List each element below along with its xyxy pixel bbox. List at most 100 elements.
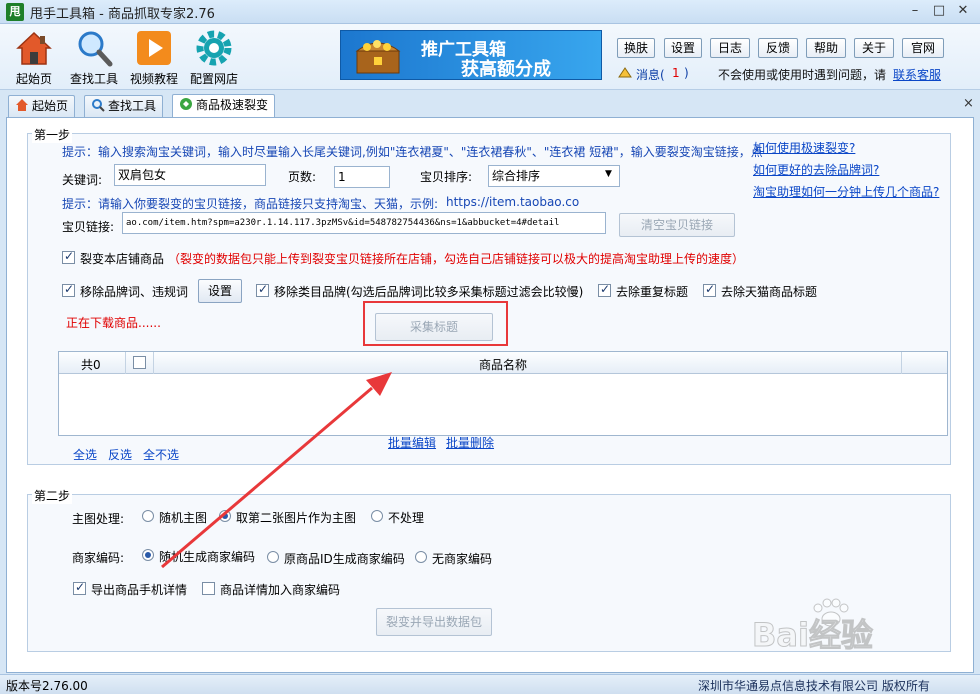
feedback-button[interactable]: 反馈 [758,38,798,58]
remove-tmall-checkbox[interactable] [703,282,716,297]
toolbar-find-tools-label: 查找工具 [69,72,118,86]
watermark-url: jingyan.baidu.com [784,652,895,666]
add-merchant-code-checkbox[interactable] [202,582,215,595]
toolbar-home[interactable]: 起始页 [10,28,58,87]
grid-select-all-checkbox[interactable] [133,356,146,369]
help-link-how-to-use[interactable]: 如何使用极速裂变? [753,139,855,156]
batch-edit-link[interactable]: 批量编辑 [388,434,436,451]
invert-selection-link[interactable]: 反选 [108,446,132,463]
chevron-down-icon: ▼ [605,169,612,179]
main-image-label: 主图处理: [72,512,125,526]
grid-divider [153,352,154,374]
home-icon [15,98,29,112]
main-image-random-label: 随机主图 [159,511,208,525]
window-title: 甩手工具箱 - 商品抓取专家2.76 [30,7,215,22]
merchant-code-label: 商家编码: [72,551,125,565]
tab-find-tools-label: 查找工具 [108,99,157,113]
sort-label: 宝贝排序: [420,170,473,184]
merchant-code-none-label: 无商家编码 [432,552,493,566]
step1-title: 第一步 [32,126,73,143]
main-image-second-radio[interactable] [219,510,231,522]
about-button[interactable]: 关于 [854,38,894,58]
help-text: 不会使用或使用时遇到问题，请 [718,68,887,82]
grid-count: 共0 [81,358,101,372]
sort-select[interactable]: 综合排序 [488,165,620,187]
maximize-button[interactable]: □ [928,2,950,20]
app-logo: 甩 [6,3,24,21]
help-button[interactable]: 帮助 [806,38,846,58]
toolbar-configure-shop-label: 配置网店 [189,72,238,86]
step2-title: 第二步 [32,487,73,504]
toolbar-find-tools[interactable]: 查找工具 [66,28,122,87]
keyword-tip: 提示：输入搜索淘宝关键词，输入时尽量输入长尾关键词,例如"连衣裙夏"、"连衣裙春… [62,145,763,159]
clear-link-button[interactable]: 清空宝贝链接 [619,213,735,237]
promo-banner[interactable]: 推广工具箱 获高额分成 [340,30,602,80]
help-link-upload-speed[interactable]: 淘宝助理如何一分钟上传几个商品? [753,183,939,200]
main-image-second-label: 取第二张图片作为主图 [236,511,357,525]
highlight-box [363,301,508,346]
main-image-random-radio[interactable] [142,510,154,522]
close-window-button[interactable]: ✕ [952,2,974,20]
merchant-code-none-radio[interactable] [415,551,427,563]
promo-line2: 获高额分成 [461,59,551,80]
select-none-link[interactable]: 全不选 [143,446,179,463]
export-mobile-detail-checkbox[interactable] [73,580,86,595]
keyword-input[interactable]: 双肩包女 [114,164,266,186]
help-link-brand-removal[interactable]: 如何更好的去除品牌词? [753,161,879,178]
remove-brand-label: 移除品牌词、违规词 [80,285,189,299]
remove-category-brand-checkbox[interactable] [256,282,269,297]
tab-close-icon[interactable]: × [963,96,974,111]
remove-tmall-label: 去除天猫商品标题 [721,285,818,299]
link-tip-example-url: https://item.taobao.co [446,195,580,209]
keyword-label: 关键词: [62,173,103,187]
main-image-none-label: 不处理 [388,511,425,525]
brand-settings-button[interactable]: 设置 [198,279,242,303]
grid-header: 共0 商品名称 [59,352,947,374]
merchant-code-original-id-label: 原商品ID生成商家编码 [284,552,405,566]
tab-home[interactable]: 起始页 [8,95,76,117]
split-export-button[interactable]: 裂变并导出数据包 [376,608,492,636]
magnifier-icon [91,98,105,112]
toolbar-configure-shop[interactable]: 配置网店 [188,28,240,87]
message-icon[interactable] [618,66,632,78]
settings-button[interactable]: 设置 [664,38,702,58]
grid-divider [125,352,126,374]
merchant-code-original-id-radio[interactable] [267,551,279,563]
batch-delete-link[interactable]: 批量删除 [446,434,494,451]
tab-strip: 起始页 查找工具 商品极速裂变 [0,90,980,118]
message-label[interactable]: 消息( [636,66,665,83]
same-shop-note: （裂变的数据包只能上传到裂变宝贝链接所在店铺，勾选自己店铺链接可以极大的提高淘宝… [168,252,745,266]
main-image-none-radio[interactable] [371,510,383,522]
toolbar-video-tutorial[interactable]: 视频教程 [128,28,180,87]
grid-divider [901,352,902,374]
tab-fast-split[interactable]: 商品极速裂变 [172,94,276,118]
watermark-brand: Bai经验 [752,616,874,655]
website-button[interactable]: 官网 [902,38,944,58]
baidu-watermark: Bai经验 jingyan.baidu.com [752,598,962,670]
message-label-close: ) [684,66,689,80]
select-all-link[interactable]: 全选 [73,446,97,463]
contact-support-link[interactable]: 联系客服 [893,66,941,83]
merchant-code-random-label: 随机生成商家编码 [159,550,256,564]
tab-home-label: 起始页 [32,99,69,113]
play-icon [134,28,174,68]
minimize-button[interactable]: – [904,2,926,20]
toolbar-video-tutorial-label: 视频教程 [129,72,178,86]
same-shop-checkbox[interactable] [62,249,75,264]
dedupe-title-label: 去除重复标题 [616,285,689,299]
grid-column-product-name: 商品名称 [479,358,528,372]
copyright-text: 深圳市华通易点信息技术有限公司 版权所有 [698,679,930,693]
skin-button[interactable]: 换肤 [617,38,655,58]
log-button[interactable]: 日志 [710,38,750,58]
same-shop-label: 裂变本店铺商品 [80,252,165,266]
link-tip: 提示：请输入你要裂变的宝贝链接，商品链接只支持淘宝、天猫，示例: [62,197,439,211]
dedupe-title-checkbox[interactable] [598,282,611,297]
tab-find-tools[interactable]: 查找工具 [84,95,164,117]
product-grid[interactable]: 共0 商品名称 [58,351,948,436]
status-bar: 版本号2.76.00 深圳市华通易点信息技术有限公司 版权所有 [0,674,980,694]
merchant-code-random-radio[interactable] [142,549,154,561]
remove-brand-checkbox[interactable] [62,282,75,297]
pages-input[interactable]: 1 [334,166,390,188]
product-link-input[interactable]: ao.com/item.htm?spm=a230r.1.14.117.3pzMS… [122,212,606,234]
downloading-status: 正在下载商品...... [66,316,161,330]
